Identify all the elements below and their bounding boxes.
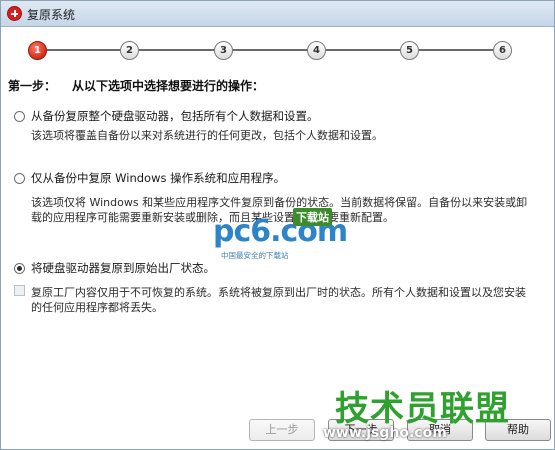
step-heading: 第一步： 从以下选项中选择想要进行的操作： (8, 77, 264, 94)
pc6-slogan: 中国最安全的下载站 (221, 251, 289, 260)
option-windows-restore-label[interactable]: 仅从备份中复原 Windows 操作系统和应用程序。 (31, 170, 285, 186)
step-instruction: 从以下选项中选择想要进行的操作： (72, 79, 265, 93)
title-bar: 复原系统 (1, 1, 554, 27)
option-factory-restore-label[interactable]: 将硬盘驱动器复原到原始出厂状态。 (31, 260, 215, 276)
app-icon (7, 6, 22, 21)
step-5: 5 (400, 41, 419, 60)
step-3: 3 (214, 41, 233, 60)
step-indicator: 1 2 3 4 5 6 (1, 37, 554, 63)
back-button[interactable]: 上一步 (249, 419, 315, 441)
step-4: 4 (307, 41, 326, 60)
help-button[interactable]: 帮助 (485, 419, 551, 441)
option-factory-restore-radio[interactable] (14, 263, 25, 274)
restore-system-window: 复原系统 1 2 3 4 5 6 第一步： 从以下选项中选择想要进行的操作： 从备… (0, 0, 555, 450)
step-label: 第一步： (8, 79, 57, 93)
confirm-checkbox[interactable] (14, 285, 25, 296)
option-windows-restore-description: 该选项仅将 Windows 和某些应用程序文件复原到备份的状态。当前数据将保留。… (31, 196, 528, 224)
option-full-restore-radio[interactable] (14, 111, 25, 122)
cancel-button[interactable]: 取消 (407, 419, 473, 441)
step-2: 2 (120, 41, 139, 60)
step-1: 1 (28, 41, 47, 60)
option-factory-restore-description: 复原工厂内容仅用于不可恢复的系统。系统将被复原到出厂时的状态。所有个人数据和设置… (31, 286, 526, 314)
next-button[interactable]: 下一步 (328, 419, 394, 441)
option-windows-restore-radio[interactable] (14, 173, 25, 184)
button-bar: 上一步 下一步 取消 帮助 (1, 419, 554, 443)
step-line (39, 49, 509, 51)
step-6: 6 (493, 41, 512, 60)
window-title: 复原系统 (27, 8, 76, 22)
option-full-restore-description: 该选项将覆盖自备份以来对系统进行的任何更改，包括个人数据和设置。 (31, 129, 383, 142)
option-full-restore-label[interactable]: 从备份复原整个硬盘驱动器，包括所有个人数据和设置。 (31, 108, 319, 124)
